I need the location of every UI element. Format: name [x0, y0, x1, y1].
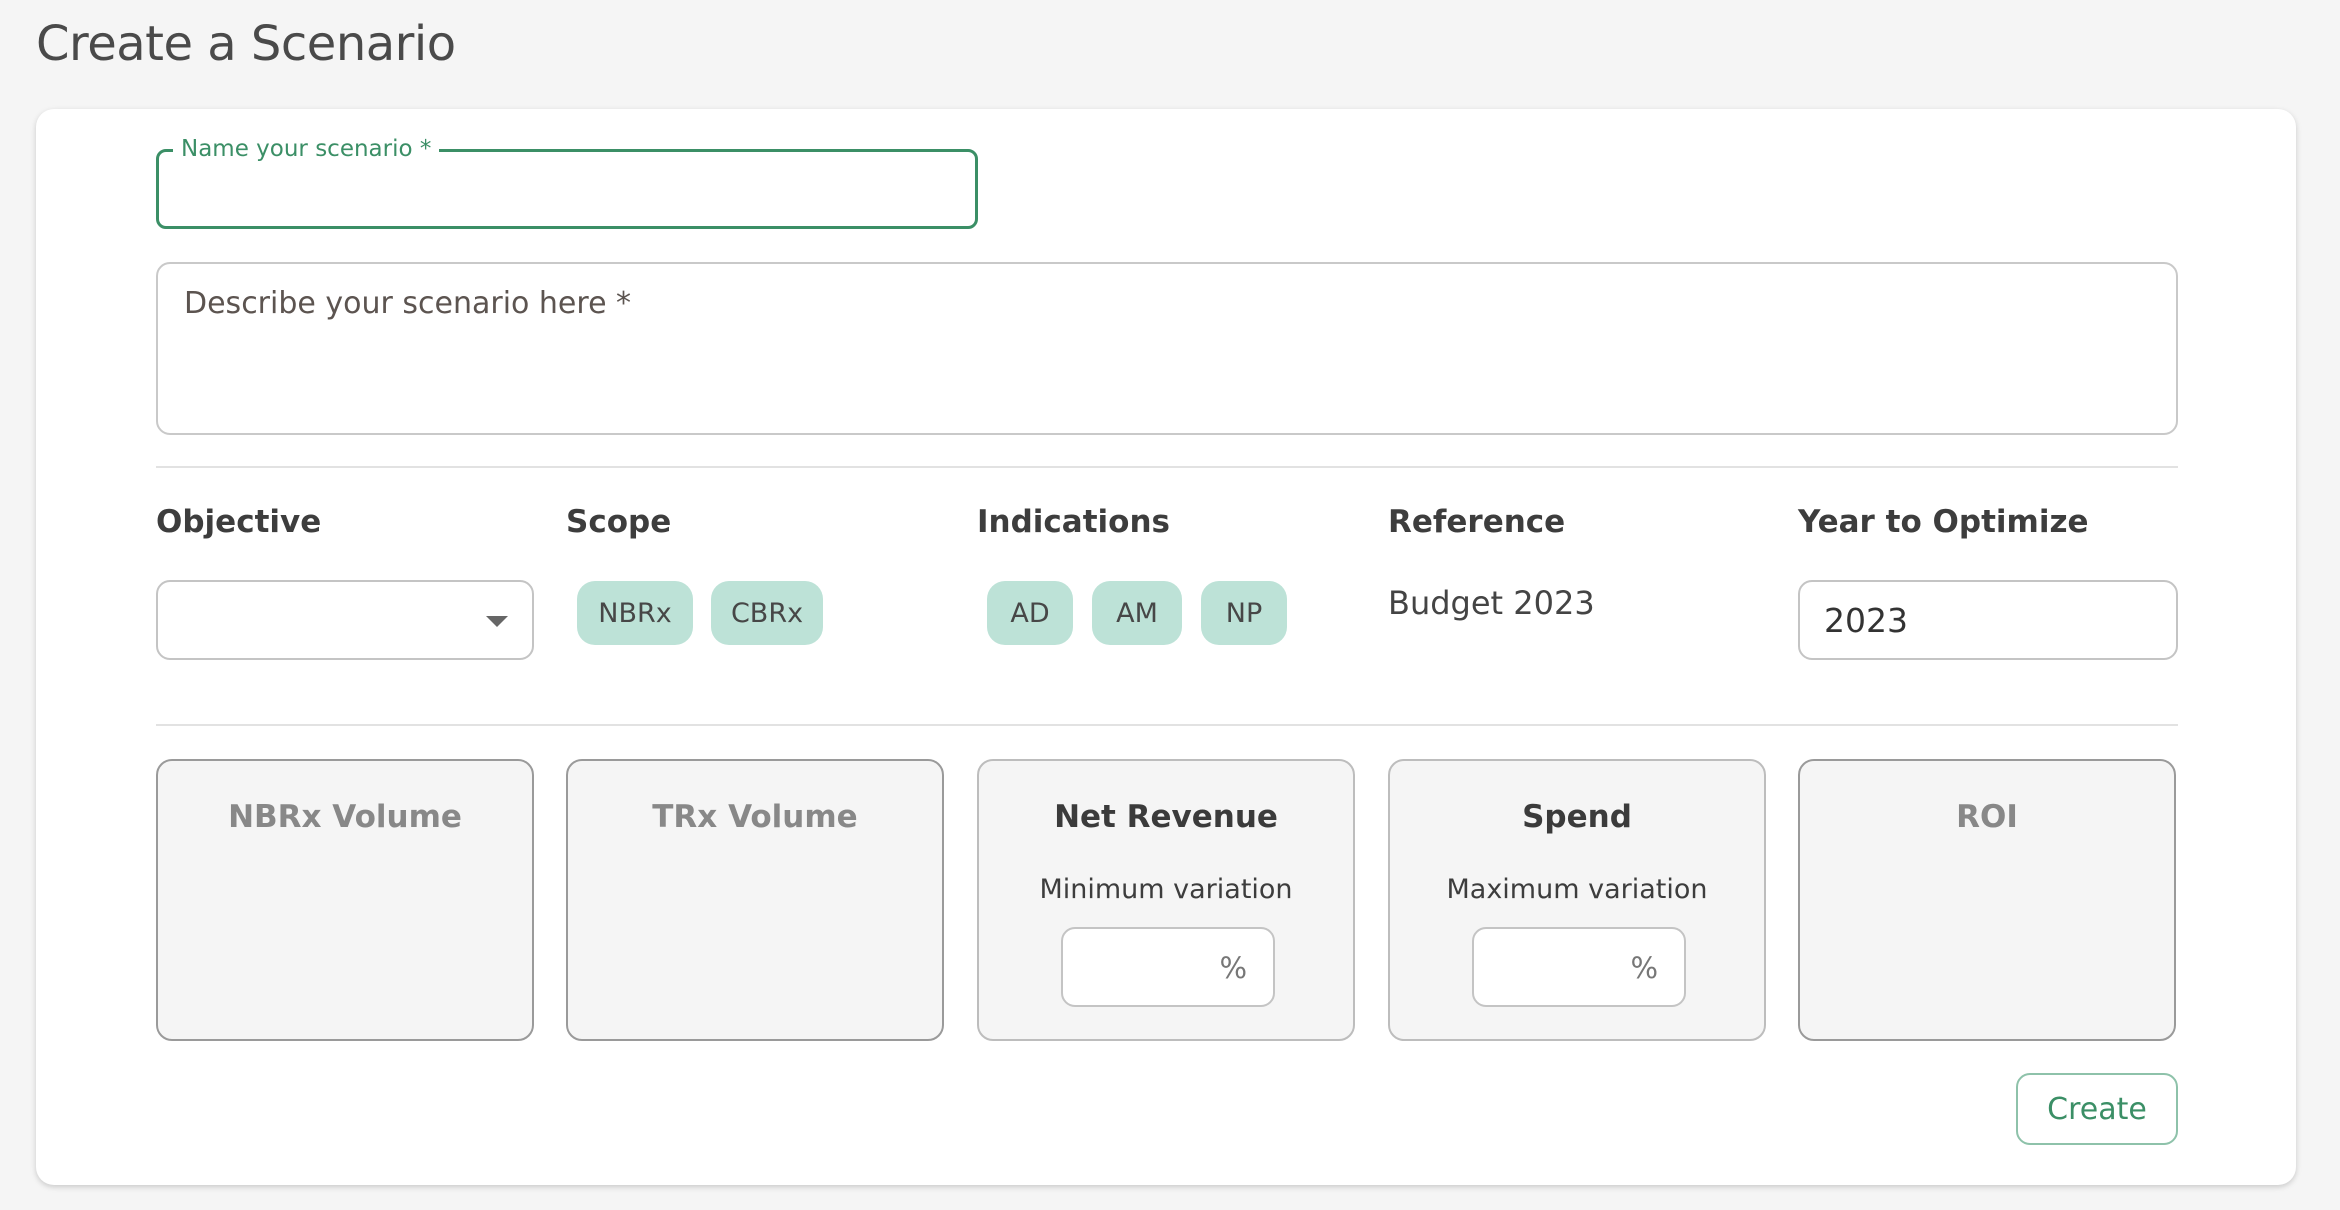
year-heading: Year to Optimize	[1798, 504, 2089, 540]
metric-card-nbrx-volume[interactable]: NBRx Volume	[156, 759, 534, 1041]
objective-select[interactable]	[156, 580, 534, 660]
scenario-name-label: Name your scenario *	[173, 136, 440, 162]
reference-value: Budget 2023	[1388, 584, 1595, 622]
year-field[interactable]	[1798, 580, 2178, 660]
indication-chip-am[interactable]: AM	[1092, 581, 1182, 645]
metric-card-spend[interactable]: Spend Maximum variation %	[1388, 759, 1766, 1041]
divider-top	[156, 466, 2178, 468]
caret-down-icon[interactable]	[486, 616, 508, 627]
scenario-description-field[interactable]	[156, 262, 2178, 435]
metric-title: Spend	[1522, 799, 1632, 835]
metric-title: ROI	[1956, 799, 2018, 835]
metric-card-roi[interactable]: ROI	[1798, 759, 2176, 1041]
scenario-name-field[interactable]: Name your scenario *	[156, 136, 978, 229]
divider-bottom	[156, 724, 2178, 726]
metric-subtitle: Maximum variation	[1446, 874, 1708, 905]
scope-heading: Scope	[566, 504, 672, 540]
indication-chip-np[interactable]: NP	[1201, 581, 1287, 645]
spend-variation-input[interactable]	[1490, 947, 1620, 987]
metric-title: TRx Volume	[652, 799, 858, 835]
scenario-form-card: Name your scenario * Objective Scope Ind…	[36, 109, 2296, 1185]
page-title: Create a Scenario	[36, 16, 456, 72]
indication-chip-ad[interactable]: AD	[987, 581, 1073, 645]
metric-title: Net Revenue	[1054, 799, 1278, 835]
indications-heading: Indications	[977, 504, 1170, 540]
create-button[interactable]: Create	[2016, 1073, 2178, 1145]
scope-chip-nbrx[interactable]: NBRx	[577, 581, 693, 645]
scope-chip-cbrx[interactable]: CBRx	[711, 581, 823, 645]
percent-unit: %	[1219, 951, 1247, 985]
percent-unit: %	[1630, 951, 1658, 985]
scenario-description-input[interactable]	[184, 286, 2144, 416]
spend-variation-field[interactable]: %	[1472, 927, 1686, 1007]
reference-heading: Reference	[1388, 504, 1566, 540]
net-revenue-variation-field[interactable]: %	[1061, 927, 1275, 1007]
metric-card-trx-volume[interactable]: TRx Volume	[566, 759, 944, 1041]
year-input[interactable]	[1824, 598, 2144, 642]
scenario-name-input[interactable]	[183, 166, 943, 210]
metric-title: NBRx Volume	[228, 799, 462, 835]
objective-heading: Objective	[156, 504, 322, 540]
net-revenue-variation-input[interactable]	[1079, 947, 1209, 987]
metric-subtitle: Minimum variation	[1039, 874, 1293, 905]
metric-card-net-revenue[interactable]: Net Revenue Minimum variation %	[977, 759, 1355, 1041]
